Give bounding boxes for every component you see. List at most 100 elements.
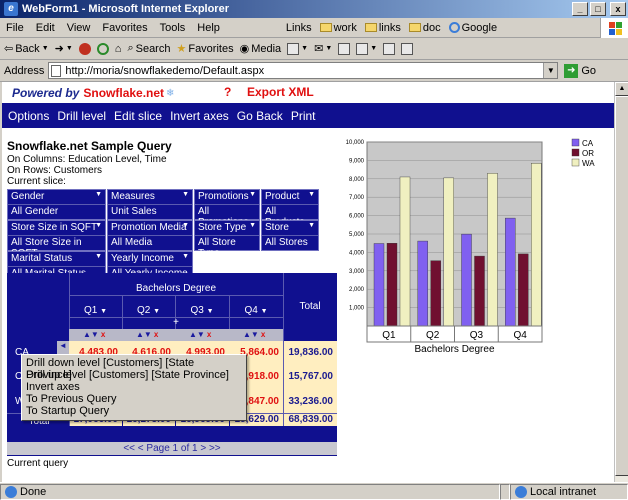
dropdown-arrow-icon: ▼ xyxy=(95,253,102,260)
y-tick-label: 5,000 xyxy=(349,232,365,238)
row-expand-icon[interactable]: ◄ xyxy=(59,341,67,350)
nav-go-back[interactable]: Go Back xyxy=(237,109,283,123)
pager[interactable]: << < Page 1 of 1 > >> xyxy=(7,442,337,455)
brand-logo[interactable]: Powered by Snowflake.net ❄ xyxy=(12,86,174,100)
stop-button[interactable] xyxy=(78,42,91,55)
selector-store-type[interactable]: Store Type ▼ All Store Type xyxy=(194,220,260,259)
menu-invert-axes[interactable]: Invert axes xyxy=(26,381,242,393)
nav-edit-slice[interactable]: Edit slice xyxy=(114,109,162,123)
menu-view[interactable]: View xyxy=(61,22,97,34)
expand-plus[interactable]: + xyxy=(69,318,283,328)
menu-previous-query[interactable]: To Previous Query xyxy=(26,393,242,405)
selector-gender[interactable]: Gender ▼ All Gender xyxy=(7,189,106,220)
y-tick-label: 9,000 xyxy=(349,158,365,164)
export-xml-link[interactable]: Export XML xyxy=(247,85,314,99)
link-work[interactable]: work xyxy=(319,22,357,34)
go-button[interactable]: ➜ Go xyxy=(564,63,596,78)
favorites-button[interactable]: ★ Favorites xyxy=(176,42,233,56)
col-header-q3[interactable]: Q3 ▼ xyxy=(175,305,229,316)
menu-drill-down[interactable]: Drill down level [Customers] [State Prov… xyxy=(26,357,242,381)
col-header-q1[interactable]: Q1 ▼ xyxy=(69,305,122,316)
discuss-button[interactable] xyxy=(383,42,396,55)
link-links[interactable]: links xyxy=(364,22,401,34)
search-icon: ⌕ xyxy=(127,42,134,54)
menu-edit[interactable]: Edit xyxy=(30,22,61,34)
q4-controls[interactable]: ▲▼ x xyxy=(243,330,265,339)
print-icon xyxy=(338,42,351,55)
home-button[interactable]: ⌂ xyxy=(115,43,122,55)
selector-measures[interactable]: Measures ▼ Unit Sales xyxy=(107,189,193,220)
window-title: WebForm1 - Microsoft Internet Explorer xyxy=(22,3,229,15)
search-button[interactable]: ⌕ Search xyxy=(127,42,170,55)
scroll-up-icon[interactable]: ▲ xyxy=(615,82,628,96)
x-tick-label: Q1 xyxy=(382,330,396,341)
col-header-q2[interactable]: Q2 ▼ xyxy=(122,305,175,316)
selector-promotion-media[interactable]: Promotion Media ▼ All Media xyxy=(107,220,193,251)
selector-store-size[interactable]: Store Size in SQFT▼ All Store Size in SQ… xyxy=(7,220,106,259)
selector-product[interactable]: Product▼ All Products xyxy=(261,189,319,228)
history-button[interactable]: ▼ xyxy=(287,42,308,55)
scroll-thumb[interactable] xyxy=(615,96,628,476)
remove-icon: x xyxy=(100,330,106,339)
link-google[interactable]: Google xyxy=(448,21,497,34)
zone-pane: Local intranet xyxy=(510,483,628,500)
nav-invert-axes[interactable]: Invert axes xyxy=(170,109,229,123)
col-header-q4[interactable]: Q4 ▼ xyxy=(229,305,283,316)
q2-controls[interactable]: ▲▼ x xyxy=(136,330,158,339)
selector-promotions[interactable]: Promotions▼ All Promotions xyxy=(194,189,260,228)
mail-button[interactable]: ✉ ▼ xyxy=(314,42,332,55)
bar-chart: 1,000 2,000 3,000 4,000 5,000 6,000 7,000 8,000… xyxy=(346,138,595,355)
legend-swatch-wa xyxy=(571,158,580,167)
ie-logo-icon: e xyxy=(4,2,18,16)
menu-bar: File Edit View Favorites Tools Help Link… xyxy=(0,18,628,38)
status-text: Done xyxy=(20,485,47,498)
y-tick-label: 1,000 xyxy=(349,306,365,312)
back-arrow-icon: ⇦ xyxy=(4,43,14,55)
forward-button[interactable]: ➜ ▼ xyxy=(55,42,73,55)
menu-startup-query[interactable]: To Startup Query xyxy=(26,405,242,417)
address-dropdown-icon[interactable]: ▼ xyxy=(543,63,558,78)
remove-icon: x xyxy=(153,330,159,339)
dropdown-arrow-icon: ▼ xyxy=(182,191,189,198)
maximize-button[interactable]: □ xyxy=(590,2,606,16)
google-icon xyxy=(448,21,460,33)
link-doc[interactable]: doc xyxy=(408,22,441,34)
menu-file[interactable]: File xyxy=(0,22,30,34)
dropdown-arrow-icon: ▼ xyxy=(100,308,108,315)
print-button[interactable] xyxy=(338,42,351,55)
nav-print[interactable]: Print xyxy=(291,109,316,123)
menu-tools[interactable]: Tools xyxy=(154,22,192,34)
col-group-header: Bachelors Degree xyxy=(135,283,217,294)
star-icon: ★ xyxy=(176,43,187,55)
total-or: 15,767.00 xyxy=(288,371,334,382)
discuss-icon xyxy=(383,42,396,55)
selector-store[interactable]: Store ▼ All Stores xyxy=(261,220,319,251)
menu-help[interactable]: Help xyxy=(191,22,226,34)
nav-drill-level[interactable]: Drill level xyxy=(57,109,106,123)
snowflake-icon: ❄ xyxy=(166,87,175,99)
minimize-button[interactable]: _ xyxy=(572,2,588,16)
y-tick-label: 4,000 xyxy=(349,250,365,256)
dropdown-arrow-icon: ▼ xyxy=(308,222,315,229)
help-link[interactable]: ? xyxy=(224,85,231,99)
q1-controls[interactable]: ▲▼ x xyxy=(83,330,105,339)
back-button[interactable]: ⇦ Back ▼ xyxy=(4,42,49,56)
nav-options[interactable]: Options xyxy=(8,109,49,123)
links-label: Links xyxy=(285,21,312,34)
menu-favorites[interactable]: Favorites xyxy=(96,22,153,34)
messenger-button[interactable] xyxy=(401,42,414,55)
media-button[interactable]: ◉ Media xyxy=(240,42,282,56)
edit-button[interactable]: ▼ xyxy=(356,42,377,55)
remove-icon: x xyxy=(206,330,212,339)
address-input[interactable]: http://moria/snowflakedemo/Default.aspx … xyxy=(48,62,559,79)
menu-drill-up[interactable]: Drill up level [Customers] [State Provin… xyxy=(26,369,242,381)
bar-ca-q4 xyxy=(505,217,516,327)
bar-ca-q1 xyxy=(373,243,385,327)
vertical-scrollbar[interactable]: ▲ xyxy=(614,82,628,482)
bar-wa-q2 xyxy=(443,177,454,327)
refresh-button[interactable] xyxy=(96,42,109,55)
bar-wa-q1 xyxy=(399,176,411,327)
q3-controls[interactable]: ▲▼ x xyxy=(189,330,211,339)
close-button[interactable]: x xyxy=(610,2,626,16)
links-bar: Links work links doc Google xyxy=(285,21,497,34)
